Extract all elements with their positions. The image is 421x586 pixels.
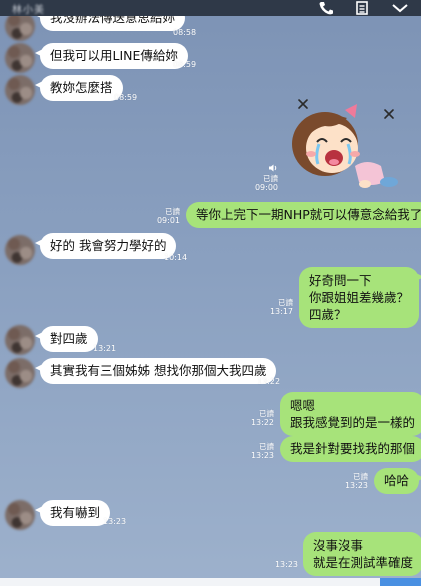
message-line: 就是在測試準確度 — [313, 555, 414, 570]
contact-avatar[interactable] — [5, 235, 35, 265]
crying-girl-sticker[interactable] — [285, 96, 405, 195]
outgoing-message: 哈哈 — [374, 468, 421, 494]
incoming-message: 對四歲 — [35, 326, 98, 352]
speaker-icon[interactable] — [250, 164, 278, 174]
contact-avatar[interactable] — [5, 43, 35, 73]
message-line: 嗯嗯 — [290, 398, 316, 413]
outgoing-message: 好奇問一下 你跟姐姐差幾歲？ 四歲？ — [299, 267, 421, 328]
phone-icon[interactable] — [318, 0, 334, 16]
incoming-message: 好的 我會努力學好的 — [34, 233, 177, 259]
outgoing-message: 等你上完下一期NHP就可以傳意念給我了 — [186, 202, 421, 228]
chevron-down-icon[interactable] — [391, 0, 409, 16]
incoming-message: 其實我有三個姊姊 想找你那個大我四歲 — [34, 358, 277, 384]
message-meta: 已讀 09:00 — [250, 164, 278, 192]
message-line: 沒事沒事 — [313, 538, 364, 553]
chat-header: 林小美 — [0, 0, 421, 16]
message-meta: 已讀 13:22 — [250, 409, 274, 427]
message-line: 跟我感覺到的是一樣的 — [290, 415, 416, 430]
message-meta: 13:23 — [274, 560, 298, 569]
contact-avatar[interactable] — [5, 325, 35, 355]
bottom-bar — [0, 578, 421, 586]
message-meta: 08:58 — [173, 28, 197, 37]
bottom-accent — [380, 578, 421, 586]
message-meta: 10:14 — [164, 253, 188, 262]
incoming-message: 我有嚇到 — [34, 500, 111, 526]
message-meta: 已讀 13:23 — [344, 472, 368, 490]
message-line: 好奇問一下 — [309, 273, 372, 288]
message-line: 你跟姐姐差幾歲？ — [309, 290, 410, 305]
message-meta: 已讀 13:17 — [269, 298, 293, 316]
outgoing-message: 嗯嗯 跟我感覺到的是一樣的 — [280, 392, 421, 436]
chat-title: 林小美 — [12, 5, 45, 16]
message-line: 四歲？ — [309, 307, 347, 322]
message-meta: 13:23 — [103, 517, 127, 526]
message-meta: 已讀 13:23 — [250, 442, 274, 460]
outgoing-message: 我是針對要找我的那個 — [280, 436, 421, 462]
message-meta: 13:21 — [93, 344, 117, 353]
message-meta: 已讀 09:01 — [156, 207, 180, 225]
message-meta: 13:22 — [257, 377, 281, 386]
notes-icon[interactable] — [356, 0, 368, 16]
outgoing-message: 沒事沒事 就是在測試準確度 — [303, 532, 421, 576]
incoming-message: 教妳怎麼搭 — [35, 75, 123, 101]
incoming-message: 但我可以用LINE傳給妳 — [35, 43, 188, 69]
message-meta: 08:59 — [173, 60, 197, 69]
contact-avatar[interactable] — [5, 358, 35, 388]
message-meta: 08:59 — [114, 93, 138, 102]
contact-avatar[interactable] — [5, 75, 35, 105]
contact-avatar[interactable] — [5, 500, 35, 530]
